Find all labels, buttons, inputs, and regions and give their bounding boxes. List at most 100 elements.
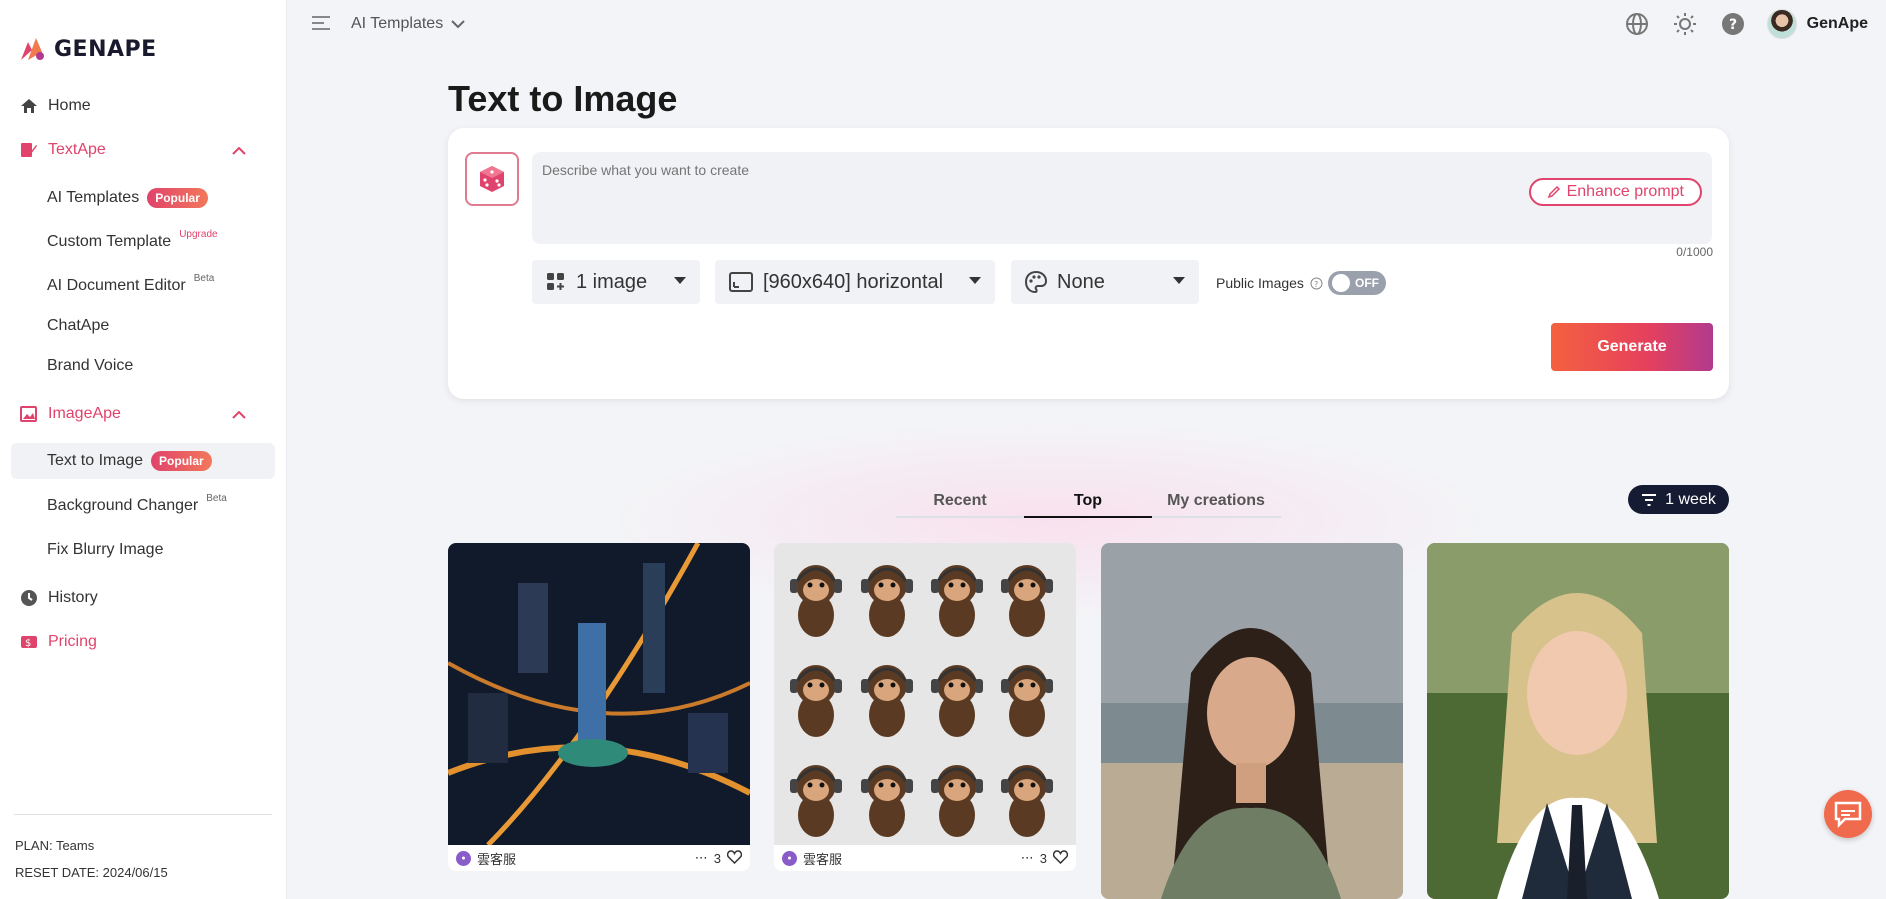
nav-textape-label: TextApe [48,141,106,158]
sidebar-item-chatape[interactable]: ChatApe [47,314,109,338]
upgrade-tag: Upgrade [179,228,218,240]
sidebar-item-ai-templates[interactable]: AI Templates Popular [47,186,208,210]
caret-down-icon [1173,277,1185,284]
sidebar-item-label: Brand Voice [47,357,134,374]
image-size-select[interactable]: [960x640] horizontal [715,260,995,304]
sidebar-item-custom-template[interactable]: Custom Template Upgrade [47,228,218,254]
caret-down-icon [674,277,686,284]
public-images-text: Public Images [1216,275,1304,291]
author-name[interactable]: 雲客服 [803,849,842,868]
image-count-select[interactable]: 1 image [532,260,700,304]
nav-imageape-label: ImageApe [48,405,121,422]
sidebar-item-fix-blurry-image[interactable]: Fix Blurry Image [47,538,163,562]
generate-button[interactable]: Generate [1551,323,1713,371]
sidebar-divider [14,814,272,815]
filter-icon [1642,493,1657,506]
enhance-prompt-button[interactable]: Enhance prompt [1528,178,1702,206]
generator-card: Enhance prompt 0/1000 1 image [960x640] … [448,128,1729,399]
nav-history-label: History [48,589,98,606]
menu-toggle-icon[interactable] [311,15,331,36]
toggle-label: OFF [1355,276,1379,290]
gallery-image-city-night[interactable] [448,543,750,847]
beta-tag: Beta [193,272,215,284]
gallery-image-monkeys[interactable] [774,543,1076,845]
public-images-label: Public Images ? [1216,275,1323,291]
chat-bubble-icon [1834,801,1862,828]
tab-recent[interactable]: Recent [896,484,1024,516]
nav-home-label: Home [48,97,91,114]
image-edit-icon [20,405,38,423]
style-value: None [1057,270,1105,293]
sidebar-item-brand-voice[interactable]: Brand Voice [47,354,133,378]
chevron-up-icon[interactable] [232,142,246,160]
aspect-ratio-icon [729,272,753,292]
time-filter-label: 1 week [1665,490,1716,508]
heart-icon[interactable] [726,849,743,867]
gallery-tabs: Recent Top My creations [896,484,1281,518]
top-actions: ? GenApe [1623,9,1868,39]
page-title: Text to Image [448,78,678,119]
public-images-toggle[interactable]: OFF [1328,271,1386,295]
sidebar-item-background-changer[interactable]: Background Changer Beta [47,493,227,518]
breadcrumb[interactable]: AI Templates [351,15,465,33]
plan-info: PLAN: Teams [15,838,95,853]
more-options-icon[interactable]: ⋯ [1021,850,1034,866]
user-menu[interactable]: GenApe [1766,9,1868,39]
nav-pricing-label: Pricing [48,633,97,650]
nav-textape[interactable]: TextApe [20,138,270,162]
sidebar-item-label: Fix Blurry Image [47,541,164,558]
sidebar-item-label: Text to Image [47,452,144,469]
chat-support-button[interactable] [1824,790,1872,838]
chevron-up-icon[interactable] [232,406,246,424]
nav-history[interactable]: History [20,586,98,610]
genape-logo-icon [21,38,44,60]
toggle-knob [1332,274,1350,292]
globe-icon[interactable] [1623,10,1651,38]
price-tag-icon: $ [20,633,38,651]
gallery-image-woman-beach[interactable] [1101,543,1403,899]
time-filter-button[interactable]: 1 week [1628,485,1729,514]
image-size-value: [960x640] horizontal [763,270,944,293]
gallery-item[interactable]: ● 雲客服 ⋯ 3 [774,543,1076,871]
gallery-item[interactable] [1101,543,1403,899]
palette-icon [1025,271,1047,293]
gallery-image-girl-braids[interactable] [1427,543,1729,899]
pencil-icon [1547,185,1560,199]
help-circle-icon[interactable]: ? [1310,277,1323,290]
user-name: GenApe [1806,15,1868,32]
sidebar-item-label: Custom Template [47,233,172,250]
style-select[interactable]: None [1011,260,1199,304]
prompt-input[interactable] [542,162,1442,178]
tab-my-creations[interactable]: My creations [1152,484,1280,516]
popular-badge: Popular [151,451,212,471]
sidebar-item-label: ChatApe [47,317,110,334]
sidebar-item-label: AI Document Editor [47,277,186,294]
nav-imageape[interactable]: ImageApe [20,402,270,426]
tab-top[interactable]: Top [1024,484,1152,518]
sidebar-item-text-to-image[interactable]: Text to Image Popular [47,449,212,473]
logo[interactable]: GENAPE [18,36,157,62]
prompt-area: Enhance prompt [532,152,1712,244]
gallery-item-footer: ● 雲客服 ⋯ 3 [774,845,1076,871]
sidebar-item-label: AI Templates [47,189,140,206]
chevron-down-icon [451,19,465,28]
nav-pricing[interactable]: $ Pricing [20,630,97,654]
char-count: 0/1000 [1676,245,1713,259]
random-prompt-button[interactable] [465,152,519,206]
like-count: 3 [713,850,721,866]
gallery-item[interactable] [1427,543,1729,899]
author-name[interactable]: 雲客服 [477,849,516,868]
help-icon[interactable]: ? [1719,10,1747,38]
author-avatar: ● [456,850,471,866]
gallery-item[interactable]: ● 雲客服 ⋯ 3 [448,543,750,871]
sun-icon[interactable] [1671,10,1699,38]
breadcrumb-label: AI Templates [351,15,444,32]
sidebar-item-ai-document-editor[interactable]: AI Document Editor Beta [47,272,215,298]
sidebar-item-label: Background Changer [47,497,199,514]
popular-badge: Popular [147,188,208,208]
grid-plus-icon [547,273,564,290]
sidebar: GENAPE Home TextApe AI Templates Popular… [0,0,287,899]
nav-home[interactable]: Home [20,94,91,118]
heart-icon[interactable] [1052,849,1069,867]
more-options-icon[interactable]: ⋯ [695,850,708,866]
